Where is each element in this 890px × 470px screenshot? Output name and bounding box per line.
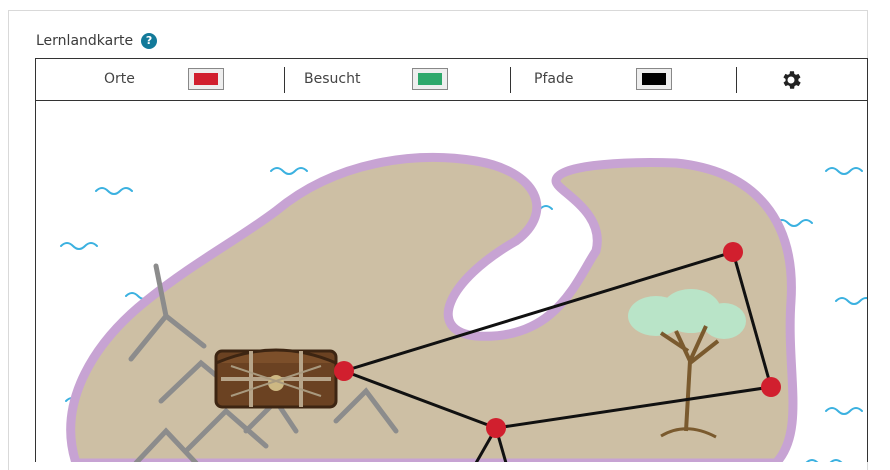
wave-icon <box>270 167 308 175</box>
wave-icon <box>825 167 863 175</box>
wave-icon <box>60 242 98 250</box>
places-color-swatch[interactable] <box>188 68 224 90</box>
visited-color-fill <box>418 73 442 85</box>
paths-color-fill <box>642 73 666 85</box>
help-icon[interactable]: ? <box>141 33 158 49</box>
map-toolbar: Orte Besucht Pfade <box>36 59 867 101</box>
learning-map: Orte Besucht Pfade <box>35 58 868 462</box>
toolbar-divider <box>736 67 737 93</box>
place-node[interactable] <box>723 242 743 262</box>
wave-icon <box>95 187 133 195</box>
toolbar-divider <box>510 67 511 93</box>
treasure-chest-icon <box>214 348 338 409</box>
map-canvas <box>60 153 867 462</box>
toolbar-label-visited: Besucht <box>304 71 361 87</box>
wave-icon <box>825 407 863 415</box>
place-node[interactable] <box>761 377 781 397</box>
toolbar-label-paths: Pfade <box>534 71 574 87</box>
wave-icon <box>835 297 867 305</box>
panel-title: Lernlandkarte <box>36 33 134 49</box>
place-node[interactable] <box>486 418 506 438</box>
place-node[interactable] <box>334 361 354 381</box>
places-color-fill <box>194 73 218 85</box>
gear-icon[interactable] <box>779 68 803 92</box>
toolbar-label-places: Orte <box>104 71 135 87</box>
visited-color-swatch[interactable] <box>412 68 448 90</box>
panel-header: Lernlandkarte ? <box>36 31 158 51</box>
paths-color-swatch[interactable] <box>636 68 672 90</box>
toolbar-divider <box>284 67 285 93</box>
